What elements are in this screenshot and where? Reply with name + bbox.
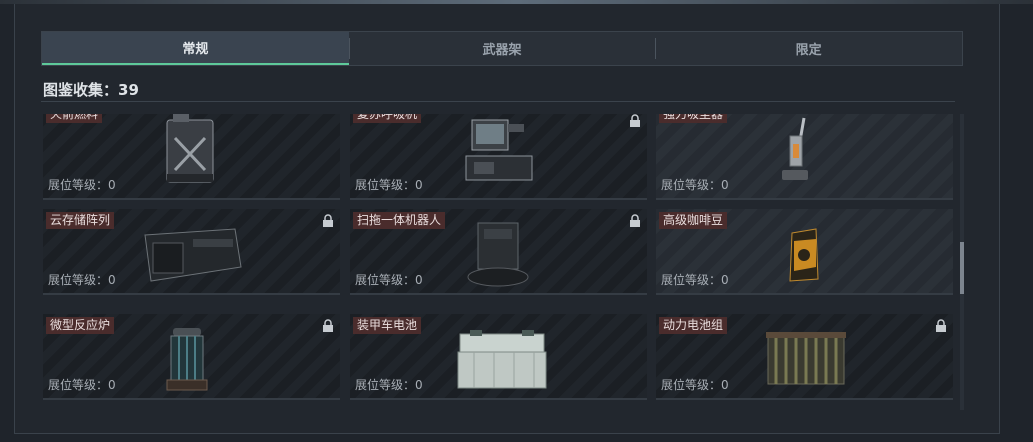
- tab-limited[interactable]: 限定: [655, 32, 962, 65]
- ventilator-icon: [465, 119, 533, 181]
- item-name: 微型反应炉: [46, 317, 115, 334]
- booth-level: 展位等级：0: [48, 176, 116, 193]
- booth-level-value: 0: [108, 178, 116, 192]
- item-name: 扫拖一体机器人: [353, 212, 446, 229]
- item-card-robot-cleaner[interactable]: 扫拖一体机器人 展位等级：0: [350, 209, 647, 295]
- booth-level-label: 展位等级：: [661, 378, 722, 392]
- booth-level-label: 展位等级：: [661, 273, 722, 287]
- item-card-ventilator[interactable]: 复苏呼吸机 展位等级：0: [350, 114, 647, 200]
- booth-level: 展位等级：0: [48, 271, 116, 288]
- item-name: 强力吸尘器: [659, 114, 728, 123]
- scrollbar-thumb[interactable]: [960, 242, 964, 294]
- item-name: 云存储阵列: [46, 212, 115, 229]
- item-name: 火箭燃料: [46, 114, 103, 123]
- booth-level-value: 0: [415, 273, 423, 287]
- booth-level: 展位等级：0: [355, 176, 423, 193]
- vacuum-icon: [782, 117, 808, 180]
- booth-level: 展位等级：0: [355, 376, 423, 393]
- item-card-vacuum[interactable]: 强力吸尘器 展位等级：0: [656, 114, 953, 200]
- collection-label: 图鉴收集：: [43, 81, 119, 99]
- tab-regular[interactable]: 常规: [42, 32, 349, 65]
- battery-pack-icon: [766, 332, 846, 385]
- booth-level: 展位等级：0: [661, 376, 729, 393]
- divider: [41, 101, 955, 102]
- item-card-micro-reactor[interactable]: 微型反应炉 展位等级：0: [43, 314, 340, 400]
- reactor-icon: [166, 328, 208, 391]
- item-grid: 火箭燃料 展位等级：0 复苏呼吸机 展位等级：0 强力吸尘器 展位等级：0 云存…: [43, 114, 953, 410]
- item-card-battery-pack[interactable]: 动力电池组 展位等级：0: [656, 314, 953, 400]
- lock-icon: [323, 214, 333, 227]
- item-name: 高级咖啡豆: [659, 212, 728, 229]
- item-card-rocket-fuel[interactable]: 火箭燃料 展位等级：0: [43, 114, 340, 200]
- item-name: 动力电池组: [659, 317, 728, 334]
- booth-level: 展位等级：0: [355, 271, 423, 288]
- booth-level-label: 展位等级：: [355, 273, 416, 287]
- booth-level-label: 展位等级：: [355, 178, 416, 192]
- booth-level-value: 0: [415, 178, 423, 192]
- item-name: 装甲车电池: [353, 317, 422, 334]
- lock-icon: [630, 114, 640, 127]
- coffee-bag-icon: [789, 228, 819, 282]
- booth-level-value: 0: [415, 378, 423, 392]
- booth-level: 展位等级：0: [48, 376, 116, 393]
- booth-level-label: 展位等级：: [355, 378, 416, 392]
- item-card-armored-battery[interactable]: 装甲车电池 展位等级：0: [350, 314, 647, 400]
- booth-level-label: 展位等级：: [661, 178, 722, 192]
- booth-level-value: 0: [108, 378, 116, 392]
- lock-icon: [630, 214, 640, 227]
- booth-level-label: 展位等级：: [48, 273, 109, 287]
- item-card-coffee-beans[interactable]: 高级咖啡豆 展位等级：0: [656, 209, 953, 295]
- category-tabs: 常规 武器架 限定: [41, 31, 963, 66]
- lock-icon: [323, 319, 333, 332]
- booth-level-label: 展位等级：: [48, 378, 109, 392]
- booth-level-value: 0: [721, 273, 729, 287]
- booth-level-value: 0: [721, 178, 729, 192]
- storage-array-icon: [144, 228, 242, 282]
- collection-number: 39: [118, 81, 139, 99]
- item-name: 复苏呼吸机: [353, 114, 422, 123]
- lock-icon: [936, 319, 946, 332]
- fuel-can-icon: [166, 114, 214, 183]
- scrollbar[interactable]: [960, 114, 964, 410]
- battery-icon: [457, 330, 547, 389]
- booth-level-value: 0: [108, 273, 116, 287]
- booth-level-value: 0: [721, 378, 729, 392]
- collection-count: 图鉴收集：39: [43, 79, 139, 100]
- tab-weapon-rack[interactable]: 武器架: [348, 32, 656, 65]
- booth-level: 展位等级：0: [661, 176, 729, 193]
- booth-level-label: 展位等级：: [48, 178, 109, 192]
- robot-cleaner-icon: [467, 222, 529, 287]
- item-card-cloud-storage[interactable]: 云存储阵列 展位等级：0: [43, 209, 340, 295]
- booth-level: 展位等级：0: [661, 271, 729, 288]
